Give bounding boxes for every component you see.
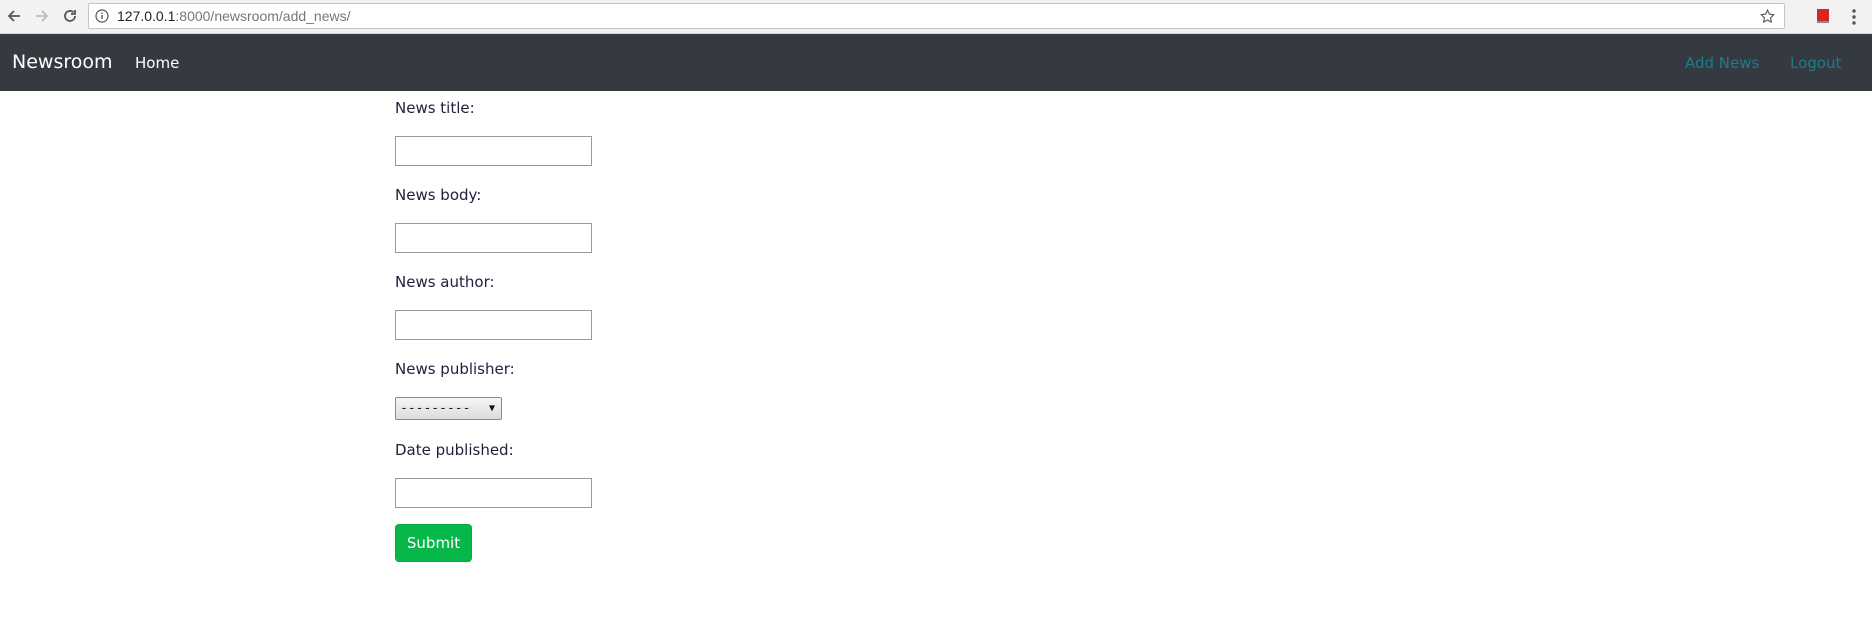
news-body-label: News body: bbox=[395, 186, 482, 204]
arrow-left-icon bbox=[7, 10, 20, 22]
date-published-label: Date published: bbox=[395, 441, 514, 459]
news-publisher-label: News publisher: bbox=[395, 360, 515, 378]
url-path: :8000/newsroom/add_news/ bbox=[175, 8, 351, 24]
star-icon[interactable] bbox=[1759, 8, 1776, 25]
browser-toolbar: 127.0.0.1:8000/newsroom/add_news/ bbox=[0, 0, 1872, 34]
nav-logout-link[interactable]: Logout bbox=[1790, 54, 1841, 72]
forward-button[interactable] bbox=[31, 5, 53, 27]
news-author-label: News author: bbox=[395, 273, 495, 291]
site-navbar: Newsroom Home Add News Logout bbox=[0, 34, 1872, 91]
arrow-right-icon bbox=[36, 10, 49, 22]
dropdown-arrow-icon: ▼ bbox=[488, 403, 495, 414]
news-author-input[interactable] bbox=[395, 310, 592, 340]
address-bar[interactable]: 127.0.0.1:8000/newsroom/add_news/ bbox=[88, 3, 1785, 29]
extension-icon[interactable] bbox=[1816, 8, 1830, 24]
submit-button[interactable]: Submit bbox=[395, 524, 472, 562]
date-published-input[interactable] bbox=[395, 478, 592, 508]
publisher-selected-value: --------- bbox=[400, 401, 471, 416]
nav-add-news-link[interactable]: Add News bbox=[1685, 54, 1759, 72]
news-title-input[interactable] bbox=[395, 136, 592, 166]
news-title-label: News title: bbox=[395, 99, 475, 117]
back-button[interactable] bbox=[3, 5, 25, 27]
url-host: 127.0.0.1 bbox=[117, 8, 176, 24]
reload-icon bbox=[64, 10, 76, 22]
nav-home-link[interactable]: Home bbox=[135, 54, 179, 72]
info-icon[interactable] bbox=[95, 9, 109, 23]
brand-link[interactable]: Newsroom bbox=[12, 51, 113, 73]
url-text: 127.0.0.1:8000/newsroom/add_news/ bbox=[117, 8, 351, 24]
reload-button[interactable] bbox=[59, 5, 81, 27]
vertical-dots-icon[interactable] bbox=[1851, 8, 1857, 26]
news-body-input[interactable] bbox=[395, 223, 592, 253]
news-publisher-select[interactable]: --------- ▼ bbox=[395, 397, 502, 420]
